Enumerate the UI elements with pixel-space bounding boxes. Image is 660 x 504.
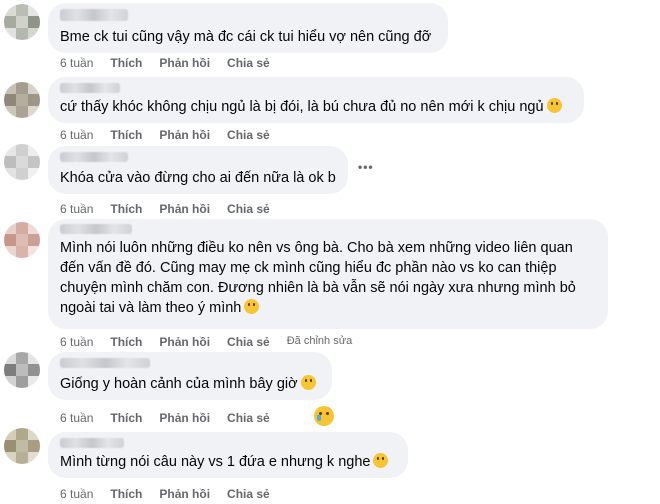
like-button[interactable]: Thích — [110, 335, 142, 349]
edited-label: Đã chỉnh sửa — [286, 335, 353, 347]
sad-reaction-icon[interactable] — [314, 406, 334, 426]
comment-actions: 6 tuần Thích Phản hồi Chia sẻ — [60, 487, 270, 501]
comment-text: Mình nói luôn những điều ko nên vs ông b… — [60, 240, 576, 316]
comment-actions: 6 tuần Thích Phản hồi Chia sẻ — [60, 411, 270, 425]
reply-button[interactable]: Phản hồi — [159, 411, 210, 425]
avatar[interactable] — [4, 352, 40, 388]
comment-bubble: cứ thấy khóc không chịu ngủ là bị đói, l… — [48, 77, 584, 123]
avatar[interactable] — [4, 4, 40, 40]
author-name-blurred[interactable] — [60, 9, 128, 21]
comment-text: Khóa cửa vào đừng cho ai đến nữa là ok b — [60, 170, 336, 186]
like-button[interactable]: Thích — [110, 128, 142, 142]
like-button[interactable]: Thích — [110, 56, 142, 70]
share-button[interactable]: Chia sẻ — [227, 487, 270, 501]
avatar[interactable] — [4, 82, 40, 118]
author-name-blurred[interactable] — [60, 224, 132, 234]
reply-button[interactable]: Phản hồi — [159, 487, 210, 501]
author-name-blurred[interactable] — [60, 358, 150, 368]
more-options-icon[interactable]: ••• — [358, 160, 374, 174]
rofl-emoji — [373, 453, 389, 468]
timestamp[interactable]: 6 tuần — [60, 202, 93, 216]
avatar[interactable] — [4, 222, 40, 258]
comment-actions: 6 tuần Thích Phản hồi Chia sẻ — [60, 128, 270, 142]
share-button[interactable]: Chia sẻ — [227, 335, 270, 349]
timestamp[interactable]: 6 tuần — [60, 128, 93, 142]
comment-actions: 6 tuần Thích Phản hồi Chia sẻ — [60, 56, 270, 70]
smile-emoji — [244, 299, 260, 314]
share-button[interactable]: Chia sẻ — [227, 411, 270, 425]
timestamp[interactable]: 6 tuần — [60, 335, 93, 349]
comment-bubble: Mình từng nói câu này vs 1 đứa e nhưng k… — [48, 432, 408, 478]
grinning-sweat-emoji — [546, 98, 562, 113]
timestamp[interactable]: 6 tuần — [60, 56, 93, 70]
like-button[interactable]: Thích — [110, 487, 142, 501]
share-button[interactable]: Chia sẻ — [227, 56, 270, 70]
avatar[interactable] — [4, 428, 40, 464]
author-name-blurred[interactable] — [60, 438, 124, 448]
comment-bubble: Giống y hoàn cảnh của mình bây giờ — [48, 352, 332, 400]
reply-button[interactable]: Phản hồi — [159, 202, 210, 216]
comment-bubble: Mình nói luôn những điều ko nên vs ông b… — [48, 219, 608, 329]
like-button[interactable]: Thích — [110, 411, 142, 425]
share-button[interactable]: Chia sẻ — [227, 128, 270, 142]
timestamp[interactable]: 6 tuần — [60, 487, 93, 501]
comment-bubble: Bme ck tui cũng vậy mà đc cái ck tui hiể… — [48, 3, 448, 53]
reply-button[interactable]: Phản hồi — [159, 56, 210, 70]
comment-text: Bme ck tui cũng vậy mà đc cái ck tui hiể… — [60, 29, 432, 45]
comment-text: Giống y hoàn cảnh của mình bây giờ — [60, 376, 298, 392]
reply-button[interactable]: Phản hồi — [159, 335, 210, 349]
comment-text: Mình từng nói câu này vs 1 đứa e nhưng k… — [60, 454, 371, 470]
comment-text: cứ thấy khóc không chịu ngủ là bị đói, l… — [60, 99, 544, 115]
author-name-blurred[interactable] — [60, 83, 120, 93]
reply-button[interactable]: Phản hồi — [159, 128, 210, 142]
comment-bubble: Khóa cửa vào đừng cho ai đến nữa là ok b — [48, 146, 348, 194]
comment-actions: 6 tuần Thích Phản hồi Chia sẻ Đã chỉnh s… — [60, 335, 352, 349]
like-button[interactable]: Thích — [110, 202, 142, 216]
comment-actions: 6 tuần Thích Phản hồi Chia sẻ — [60, 202, 270, 216]
laughing-tears-emoji — [300, 375, 316, 390]
share-button[interactable]: Chia sẻ — [227, 202, 270, 216]
author-name-blurred[interactable] — [60, 152, 128, 162]
timestamp[interactable]: 6 tuần — [60, 411, 93, 425]
avatar[interactable] — [4, 144, 40, 180]
